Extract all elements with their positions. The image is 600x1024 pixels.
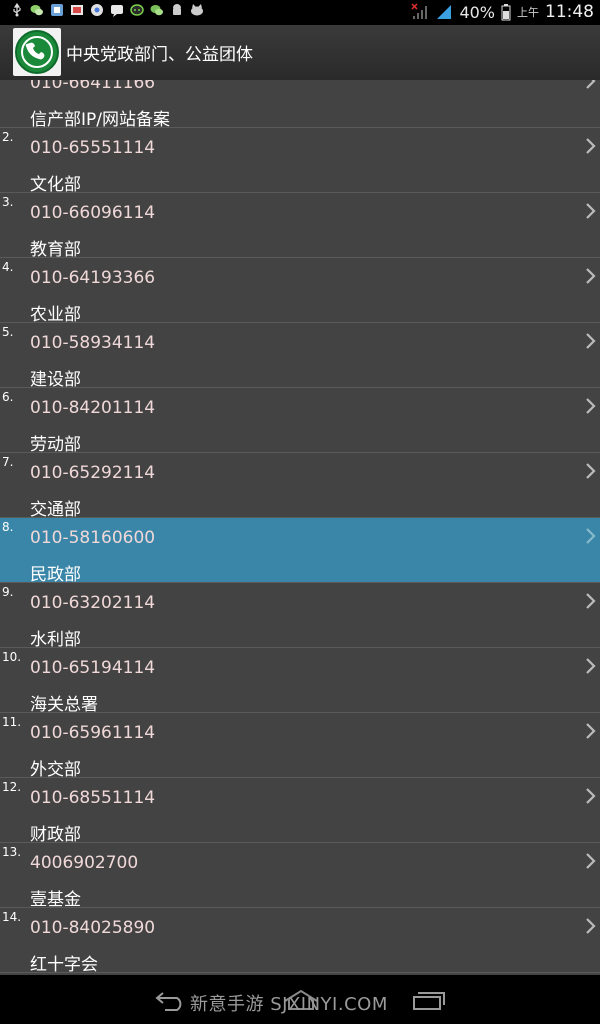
back-icon[interactable]: [155, 989, 189, 1011]
department-name: 水利部: [30, 630, 81, 650]
department-name: 教育部: [30, 240, 81, 260]
time-ampm: 上午: [517, 6, 539, 19]
usb-icon: [13, 3, 21, 17]
phone-number: 010-66411166: [30, 80, 156, 93]
contact-list[interactable]: 010-66411166 信产部IP/网站备案 2. 010-65551114 …: [0, 80, 600, 975]
chevron-right-icon: [586, 203, 596, 219]
chevron-right-icon: [586, 138, 596, 154]
wechat2-icon: [150, 5, 163, 16]
chevron-right-icon: [586, 463, 596, 479]
navigation-bar: 新意手游 SJXINYI.COM: [0, 975, 600, 1024]
app-icon: [51, 4, 63, 16]
android-icon: [173, 4, 181, 15]
item-index: 5.: [2, 325, 14, 339]
chevron-right-icon: [586, 528, 596, 544]
item-index: 2.: [2, 130, 14, 144]
signal-icon: [437, 5, 452, 19]
item-index: 6.: [2, 390, 14, 404]
chevron-right-icon: [586, 918, 596, 934]
chevron-right-icon: [586, 658, 596, 674]
chevron-right-icon: [586, 268, 596, 284]
phone-number: 010-58160600: [30, 528, 156, 548]
battery-icon: [501, 4, 511, 21]
list-item[interactable]: 4. 010-64193366 农业部: [0, 258, 600, 325]
chrome-icon: [91, 4, 103, 16]
chevron-right-icon: [586, 398, 596, 414]
recent-apps-icon[interactable]: [412, 991, 446, 1011]
cat-icon: [191, 4, 203, 16]
list-item[interactable]: 13. 4006902700 壹基金: [0, 843, 600, 910]
phone-number: 010-65194114: [30, 658, 156, 678]
message-icon: [111, 5, 123, 17]
item-index: 3.: [2, 195, 14, 209]
item-index: 10.: [2, 650, 22, 664]
department-name: 民政部: [30, 565, 81, 585]
list-item[interactable]: 11. 010-65961114 外交部: [0, 713, 600, 780]
phone-number: 010-65961114: [30, 723, 156, 743]
phone-number: 010-66096114: [30, 203, 156, 223]
watermark: 新意手游 SJXINYI.COM: [190, 994, 388, 1015]
department-name: 劳动部: [30, 435, 81, 455]
department-name: 文化部: [30, 175, 81, 195]
battery-percent: 40%: [459, 2, 495, 22]
chevron-right-icon: [586, 788, 596, 804]
list-item[interactable]: 7. 010-65292114 交通部: [0, 453, 600, 520]
gallery-icon: [71, 5, 83, 15]
no-signal-icon: [411, 3, 428, 19]
item-index: 4.: [2, 260, 14, 274]
phone-number: 010-58934114: [30, 333, 156, 353]
department-name: 海关总署: [30, 695, 98, 715]
phone-number: 010-64193366: [30, 268, 156, 288]
department-name: 壹基金: [30, 890, 81, 910]
list-item[interactable]: 2. 010-65551114 文化部: [0, 128, 600, 195]
chevron-right-icon: [586, 853, 596, 869]
page-title: 中央党政部门、公益团体: [66, 45, 253, 65]
wechat-icon: [30, 5, 43, 16]
list-item[interactable]: 14. 010-84025890 红十字会: [0, 908, 600, 975]
chevron-right-icon: [586, 333, 596, 349]
department-name: 交通部: [30, 500, 81, 520]
phone-call-icon[interactable]: [13, 28, 61, 76]
list-item[interactable]: 6. 010-84201114 劳动部: [0, 388, 600, 455]
list-item[interactable]: 3. 010-66096114 教育部: [0, 193, 600, 260]
item-index: 13.: [2, 845, 22, 859]
phone-number: 010-65551114: [30, 138, 156, 158]
list-item[interactable]: 10. 010-65194114 海关总署: [0, 648, 600, 715]
item-index: 14.: [2, 910, 22, 924]
item-index: 11.: [2, 715, 22, 729]
phone-number: 010-65292114: [30, 463, 156, 483]
list-item-selected[interactable]: 8. 010-58160600 民政部: [0, 518, 600, 585]
list-item[interactable]: 5. 010-58934114 建设部: [0, 323, 600, 390]
list-item[interactable]: 010-66411166 信产部IP/网站备案: [0, 80, 600, 130]
phone-number: 010-84201114: [30, 398, 156, 418]
status-right: 40% 上午 11:48: [411, 2, 594, 22]
phone-number: 010-84025890: [30, 918, 156, 938]
phone-number: 4006902700: [30, 853, 139, 873]
phone-number: 010-63202114: [30, 593, 156, 613]
department-name: 农业部: [30, 305, 81, 325]
status-bar: 40% 上午 11:48: [0, 0, 600, 25]
chat-icon: [130, 4, 144, 16]
item-index: 7.: [2, 455, 14, 469]
department-name: 信产部IP/网站备案: [30, 110, 170, 130]
department-name: 红十字会: [30, 955, 98, 975]
list-item[interactable]: 9. 010-63202114 水利部: [0, 583, 600, 650]
department-name: 财政部: [30, 825, 81, 845]
item-index: 12.: [2, 780, 22, 794]
clock: 11:48: [545, 2, 594, 22]
department-name: 外交部: [30, 760, 81, 780]
app-bar: 中央党政部门、公益团体: [0, 25, 600, 81]
list-item[interactable]: 12. 010-68551114 财政部: [0, 778, 600, 845]
phone-number: 010-68551114: [30, 788, 156, 808]
department-name: 建设部: [30, 370, 81, 390]
chevron-right-icon: [586, 80, 596, 89]
chevron-right-icon: [586, 723, 596, 739]
item-index: 9.: [2, 585, 14, 599]
item-index: 8.: [2, 520, 14, 534]
chevron-right-icon: [586, 593, 596, 609]
notification-icons: [10, 3, 204, 17]
